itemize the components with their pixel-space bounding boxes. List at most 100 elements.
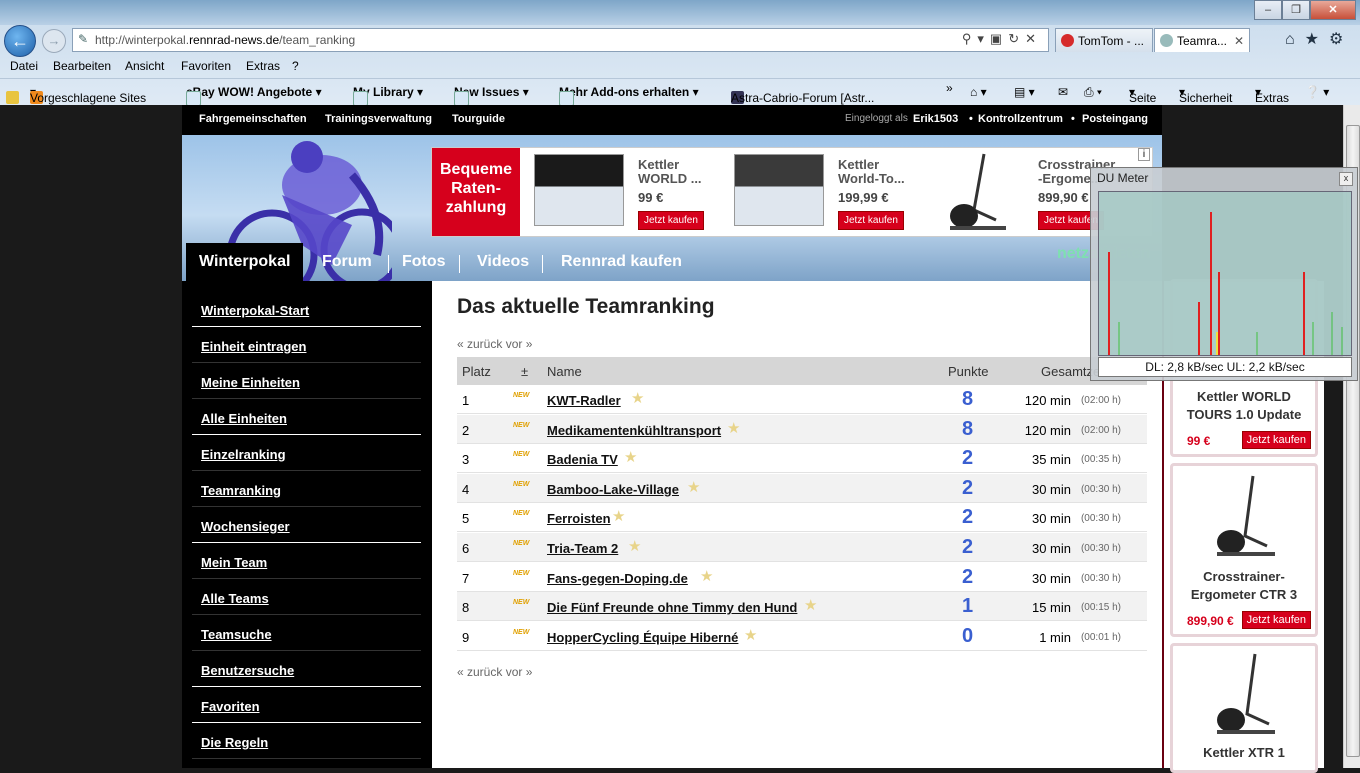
- pager-forward-link[interactable]: vor »: [506, 665, 533, 679]
- favorite-star-icon[interactable]: ★: [624, 448, 637, 466]
- sidebar-item-meine-einheiten[interactable]: Meine Einheiten: [192, 363, 421, 399]
- username-link[interactable]: Erik1503: [913, 113, 958, 125]
- link-kontrollzentrum[interactable]: Kontrollzentrum: [978, 113, 1063, 125]
- team-name-link[interactable]: Medikamentenkühltransport: [547, 423, 721, 438]
- pager-back-link[interactable]: « zurück: [457, 665, 502, 679]
- favorite-star-icon[interactable]: ★: [804, 596, 817, 614]
- help-icon[interactable]: ❔ ▾: [1305, 85, 1329, 99]
- team-name-link[interactable]: Die Fünf Freunde ohne Timmy den Hund: [547, 600, 797, 615]
- nav-forum[interactable]: Forum: [322, 253, 372, 271]
- favorite-star-icon[interactable]: ★: [612, 507, 625, 525]
- sidebar-item-mein-team[interactable]: Mein Team: [192, 543, 421, 579]
- link-fahrgemeinschaften[interactable]: Fahrgemeinschaften: [199, 113, 307, 125]
- close-icon[interactable]: x: [1339, 172, 1353, 186]
- menu-help[interactable]: ?: [292, 59, 299, 73]
- ad-product[interactable]: Kettler World-To... 199,99 € Jetzt kaufe…: [722, 148, 922, 236]
- ad-buy-button[interactable]: Jetzt kaufen: [1241, 431, 1311, 449]
- feeds-dropdown[interactable]: ▤ ▾: [1014, 85, 1035, 99]
- team-name-link[interactable]: Ferroisten: [547, 511, 611, 526]
- favorite-star-icon[interactable]: ★: [744, 626, 757, 644]
- home-dropdown[interactable]: ⌂ ▾: [970, 85, 987, 99]
- sicherheit-menu[interactable]: Sicherheit ▾: [1179, 85, 1232, 105]
- new-badge-icon: NEW: [513, 510, 530, 518]
- address-tools[interactable]: ⚲▾▣↻✕: [962, 31, 1042, 47]
- tab-teamranking[interactable]: Teamra... ✕: [1154, 28, 1250, 52]
- team-name-link[interactable]: KWT-Radler: [547, 393, 621, 408]
- sidebar-item-teamranking[interactable]: Teamranking: [192, 471, 421, 507]
- favorite-star-icon[interactable]: ★: [628, 537, 641, 555]
- sidebar-item-die-regeln[interactable]: Die Regeln: [192, 723, 421, 759]
- sidebar-item-teamsuche[interactable]: Teamsuche: [192, 615, 421, 651]
- menu-datei[interactable]: Datei: [10, 59, 38, 73]
- sidebar-item-favoriten[interactable]: Favoriten: [192, 687, 421, 723]
- right-ad-crosstrainer[interactable]: Crosstrainer-Ergometer CTR 3 899,90 € Je…: [1170, 463, 1318, 637]
- menu-extras[interactable]: Extras: [246, 59, 280, 73]
- print-dropdown[interactable]: ⎙ ▾: [1084, 85, 1102, 100]
- team-name-link[interactable]: Tria-Team 2: [547, 541, 618, 556]
- favorite-star-icon[interactable]: ★: [631, 389, 644, 407]
- fav-new-issues[interactable]: New Issues ▾: [454, 85, 529, 106]
- fav-my-library[interactable]: My Library ▾: [353, 85, 423, 106]
- favorite-star-icon[interactable]: ★: [700, 567, 713, 585]
- sidebar-item-alle-einheiten[interactable]: Alle Einheiten: [192, 399, 421, 435]
- nav-winterpokal[interactable]: Winterpokal: [186, 243, 304, 281]
- ad-product[interactable]: Kettler WORLD ... 99 € Jetzt kaufen: [522, 148, 722, 236]
- favorites-star-icon[interactable]: ★: [1305, 31, 1329, 48]
- fav-addons[interactable]: Mehr Add-ons erhalten ▾: [559, 85, 699, 106]
- address-bar[interactable]: ✎ http://winterpokal.rennrad-news.de/tea…: [72, 28, 1049, 52]
- team-name-link[interactable]: Fans-gegen-Doping.de: [547, 571, 688, 586]
- mail-icon[interactable]: ✉: [1058, 85, 1068, 99]
- team-name-link[interactable]: Bamboo-Lake-Village: [547, 482, 679, 497]
- link-tourguide[interactable]: Tourguide: [452, 113, 505, 125]
- ad-buy-button[interactable]: Jetzt kaufen: [1241, 611, 1311, 629]
- fav-vorgeschlagene-sites[interactable]: Vorgeschlagene Sites ▾: [30, 85, 146, 105]
- extras-menu[interactable]: Extras ▾: [1255, 85, 1289, 105]
- sidebar-item-einzelranking[interactable]: Einzelranking: [192, 435, 421, 471]
- row-hours: (00:15 h): [1080, 602, 1121, 614]
- close-window-button[interactable]: ✕: [1310, 0, 1356, 20]
- nav-fotos[interactable]: Fotos: [402, 253, 446, 271]
- forward-button[interactable]: →: [42, 29, 66, 53]
- back-button[interactable]: ←: [4, 25, 36, 57]
- close-tab-icon[interactable]: ✕: [1234, 29, 1244, 53]
- gear-icon[interactable]: ⚙: [1329, 31, 1353, 48]
- sidebar-item-winterpokal-start[interactable]: Winterpokal-Start: [192, 291, 421, 327]
- buy-button[interactable]: Jetzt kaufen: [838, 211, 904, 230]
- sidebar-item-wochensieger[interactable]: Wochensieger: [192, 507, 421, 543]
- fav-ebay[interactable]: eBay WOW! Angebote ▾: [186, 85, 322, 106]
- favorite-star-icon[interactable]: ★: [727, 419, 740, 437]
- home-icon[interactable]: ⌂: [1285, 31, 1305, 48]
- menu-ansicht[interactable]: Ansicht: [125, 59, 164, 73]
- favorite-star-icon[interactable]: ★: [687, 478, 700, 496]
- team-name-link[interactable]: Badenia TV: [547, 452, 618, 467]
- row-hours: (00:30 h): [1080, 543, 1121, 554]
- seite-menu[interactable]: Seite ▾: [1129, 85, 1156, 105]
- nav-rennrad-kaufen[interactable]: Rennrad kaufen: [561, 253, 682, 271]
- team-name-link[interactable]: HopperCycling Équipe Hiberné: [547, 630, 738, 645]
- table-row: 3 NEW Badenia TV ★ 2 35 min (00:35 h): [457, 444, 1147, 474]
- link-trainingsverwaltung[interactable]: Trainingsverwaltung: [325, 113, 432, 125]
- sidebar-item-benutzersuche[interactable]: Benutzersuche: [192, 651, 421, 687]
- tab-tomtom[interactable]: TomTom - ...: [1055, 28, 1153, 52]
- link-posteingang[interactable]: Posteingang: [1082, 113, 1148, 125]
- menu-bearbeiten[interactable]: Bearbeiten: [53, 59, 111, 73]
- maximize-button[interactable]: ❐: [1282, 0, 1310, 20]
- ad-title: Kettler WORLD TOURS 1.0 Update: [1186, 389, 1302, 422]
- nav-videos[interactable]: Videos: [477, 253, 529, 271]
- col-change: ±: [521, 364, 529, 379]
- sidebar-item-alle-teams[interactable]: Alle Teams: [192, 579, 421, 615]
- menu-favoriten[interactable]: Favoriten: [181, 59, 231, 73]
- promo-ratenzahlung[interactable]: Bequeme Raten-zahlung: [432, 148, 520, 236]
- minimize-button[interactable]: –: [1254, 0, 1282, 20]
- right-ad-kettler-xtr[interactable]: Kettler XTR 1: [1170, 643, 1318, 773]
- pager-forward-link[interactable]: vor »: [506, 337, 533, 351]
- row-minutes: 30 min: [1031, 570, 1071, 586]
- banner-ad[interactable]: Bequeme Raten-zahlung Kettler WORLD ... …: [431, 147, 1153, 237]
- favbar-overflow-icon[interactable]: »: [946, 81, 953, 95]
- pager-back-link[interactable]: « zurück: [457, 337, 502, 351]
- ad-info-icon[interactable]: i: [1138, 148, 1150, 161]
- sidebar-item-einheit-eintragen[interactable]: Einheit eintragen: [192, 327, 421, 363]
- du-meter-window[interactable]: DU Meter x DL: 2,8 kB/sec UL: 2,2 kB/sec: [1090, 167, 1358, 381]
- ie-page-icon: [186, 91, 201, 106]
- buy-button[interactable]: Jetzt kaufen: [638, 211, 704, 230]
